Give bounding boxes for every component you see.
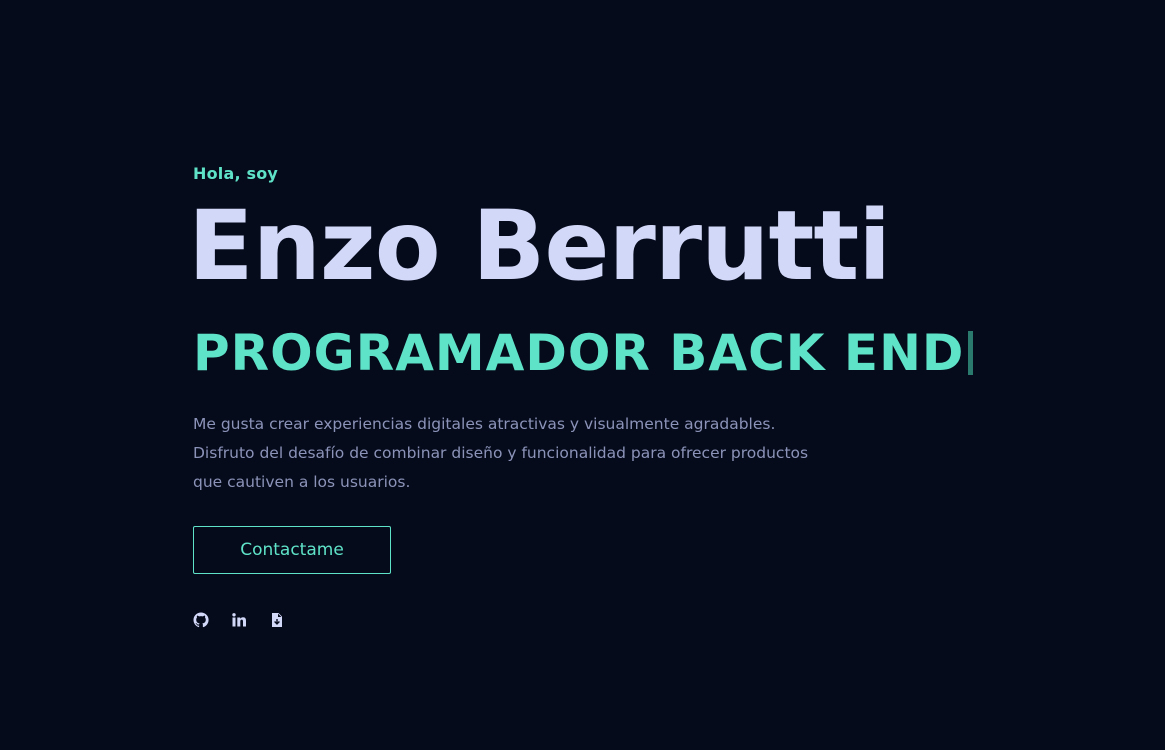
greeting-text: Hola, soy [193, 164, 279, 183]
social-links [193, 612, 285, 628]
description-line: Me gusta crear experiencias digitales at… [193, 415, 776, 433]
role-title: PROGRAMADOR BACK END [193, 324, 965, 382]
description-line: que cautiven a los usuarios. [193, 473, 411, 491]
hero-description: Me gusta crear experiencias digitales at… [193, 410, 833, 497]
description-line: Disfruto del desafío de combinar diseño … [193, 444, 809, 462]
typing-cursor [968, 331, 974, 375]
linkedin-icon[interactable] [231, 612, 247, 628]
github-icon[interactable] [193, 612, 209, 628]
download-file-icon[interactable] [269, 612, 285, 628]
contact-button[interactable]: Contactame [193, 526, 391, 574]
role-line: PROGRAMADOR BACK END [193, 324, 974, 382]
hero-name: Enzo Berrutti [188, 190, 891, 302]
